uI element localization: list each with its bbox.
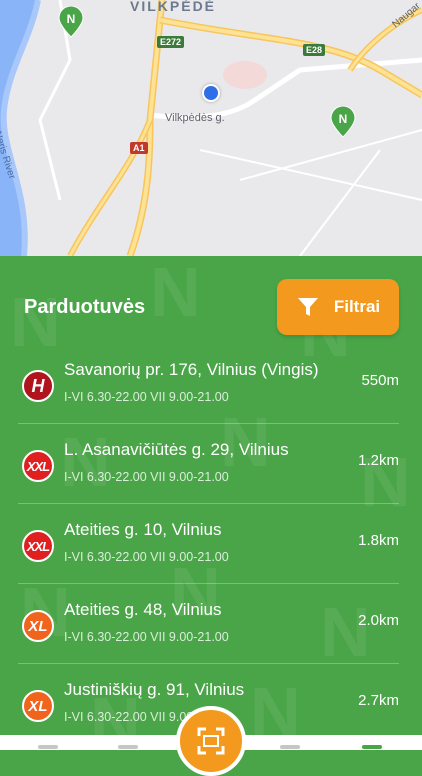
highway-shield: E272 <box>157 36 185 48</box>
store-address: Justiniškių g. 91, Vilnius <box>64 680 245 699</box>
list-item[interactable]: XXL Ateities g. 10, Vilnius I-VI 6.30-22… <box>18 504 399 584</box>
filter-button-label: Filtrai <box>333 297 381 316</box>
list-item[interactable]: H Savanorių pr. 176, Vilnius (Vingis) I-… <box>18 344 399 424</box>
store-address: Savanorių pr. 176, Vilnius (Vingis) <box>64 360 319 379</box>
map-street-label: Vilkpėdės g. <box>165 112 225 124</box>
scan-frame-icon <box>197 727 225 755</box>
stores-panel: NNN NNN NNN NN Parduotuvės Filtrai H Sav… <box>0 256 422 750</box>
store-type-badge-XXL: XXL <box>22 450 54 482</box>
svg-text:N: N <box>67 12 76 26</box>
scan-button[interactable] <box>176 706 246 776</box>
highway-shield: E28 <box>303 44 326 56</box>
store-distance: 2.7km <box>358 692 399 709</box>
svg-text:N: N <box>150 256 201 331</box>
store-type-badge-H: H <box>22 370 54 402</box>
tab-offers[interactable] <box>118 745 138 749</box>
store-distance: 1.2km <box>358 452 399 469</box>
svg-text:N: N <box>339 112 348 126</box>
store-address: Ateities g. 48, Vilnius <box>64 600 222 619</box>
filter-button[interactable]: Filtrai <box>277 279 399 335</box>
list-item[interactable]: XXL L. Asanavičiūtės g. 29, Vilnius I-VI… <box>18 424 399 504</box>
store-hours: I-VI 6.30-22.00 VII 9.00-21.00 <box>64 390 229 404</box>
store-type-badge-XXL: XXL <box>22 530 54 562</box>
store-list: H Savanorių pr. 176, Vilnius (Vingis) I-… <box>0 344 422 744</box>
store-hours: I-VI 6.30-22.00 VII 9.00-21.00 <box>64 630 229 644</box>
store-hours: I-VI 6.30-22.00 VII 9.00-21.00 <box>64 470 229 484</box>
map-district-label: VILKPĖDĖ <box>130 0 217 14</box>
map-view[interactable]: VILKPĖDĖ Vilkpėdės g. Neris River Naugar… <box>0 0 422 256</box>
page-title: Parduotuvės <box>24 296 146 318</box>
store-hours: I-VI 6.30-22.00 VII 9.00-21.00 <box>64 550 229 564</box>
store-address: L. Asanavičiūtės g. 29, Vilnius <box>64 440 289 459</box>
store-type-badge-XL: XL <box>22 610 54 642</box>
current-location-icon <box>202 84 220 102</box>
map-canvas <box>0 0 422 256</box>
store-pin-icon[interactable]: N <box>330 106 356 138</box>
tab-stores[interactable] <box>362 745 382 749</box>
filter-funnel-icon <box>297 298 318 316</box>
store-distance: 550m <box>361 372 399 389</box>
store-address: Ateities g. 10, Vilnius <box>64 520 222 539</box>
store-distance: 2.0km <box>358 612 399 629</box>
highway-shield: A1 <box>130 142 148 154</box>
tab-home[interactable] <box>38 745 58 749</box>
store-type-badge-XL: XL <box>22 690 54 722</box>
store-distance: 1.8km <box>358 532 399 549</box>
tab-cards[interactable] <box>280 745 300 749</box>
list-item[interactable]: XL Ateities g. 48, Vilnius I-VI 6.30-22.… <box>18 584 399 664</box>
store-pin-icon[interactable]: N <box>58 6 84 38</box>
